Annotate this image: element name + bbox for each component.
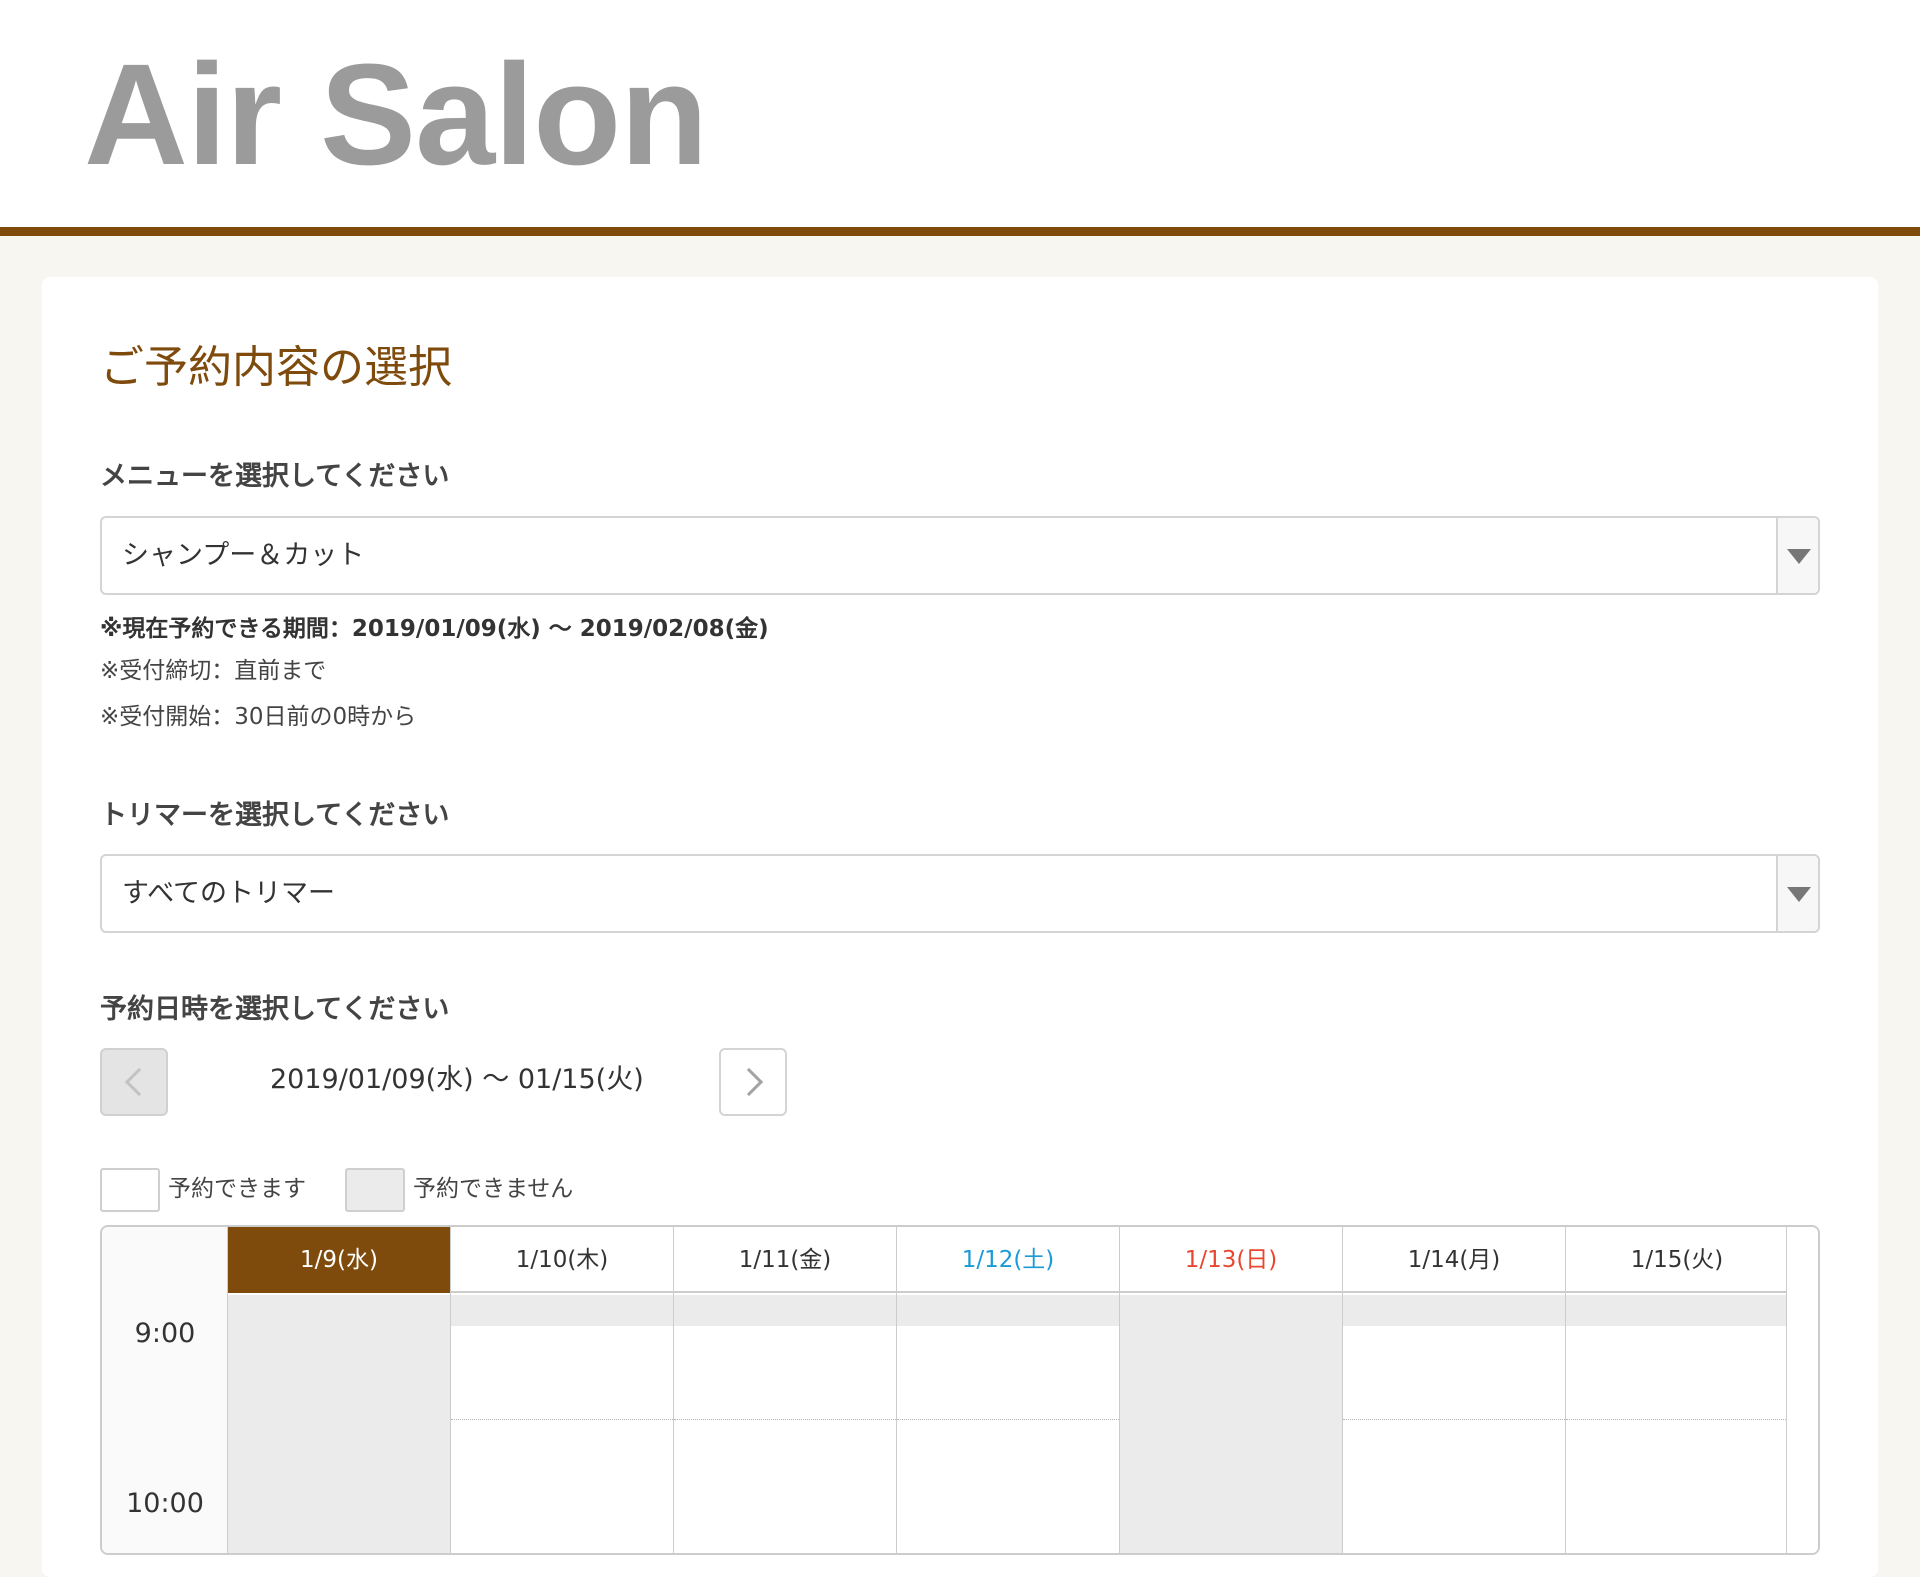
time-slot-unavailable — [451, 1295, 673, 1326]
time-slot-unavailable — [897, 1295, 1119, 1326]
day-column: 1/14(月) — [1343, 1227, 1566, 1553]
day-column: 1/11(金) — [674, 1227, 897, 1553]
trimmer-select[interactable]: すべてのトリマー — [100, 854, 1820, 933]
day-column: 1/10(木) — [451, 1227, 674, 1553]
start-note: ※受付開始：30日前の0時から — [100, 704, 417, 730]
next-week-button[interactable] — [719, 1048, 787, 1116]
menu-section-label: メニューを選択してください — [100, 461, 450, 492]
menu-select-toggle[interactable] — [1776, 518, 1818, 593]
time-slot-available[interactable] — [674, 1326, 896, 1419]
menu-select-value: シャンプー＆カット — [122, 540, 365, 571]
time-slot-available[interactable] — [897, 1420, 1119, 1553]
calendar-scrollbar[interactable] — [1786, 1227, 1818, 1553]
day-header: 1/9(水) — [228, 1227, 450, 1293]
day-header: 1/14(月) — [1343, 1227, 1565, 1293]
time-slot-unavailable — [674, 1295, 896, 1326]
booking-calendar: 9:00 10:00 1/9(水) 1/10(木) 1/11(金) 1/12(土) 1/… — [100, 1225, 1820, 1555]
time-slot-unavailable — [1343, 1295, 1565, 1326]
time-slot-available[interactable] — [1566, 1420, 1788, 1553]
day-column: 1/12(土) — [897, 1227, 1120, 1553]
legend-unavailable-swatch — [345, 1168, 405, 1212]
booking-period-note: ※現在予約できる期間：2019/01/09(水) 〜 2019/02/08(金) — [100, 616, 769, 642]
time-slot-unavailable — [228, 1295, 450, 1553]
day-header: 1/12(土) — [897, 1227, 1119, 1293]
day-header: 1/10(木) — [451, 1227, 673, 1293]
logo[interactable]: Air Salon — [84, 40, 708, 190]
time-slot-unavailable — [1566, 1295, 1788, 1326]
time-slot-available[interactable] — [1343, 1420, 1565, 1553]
day-column: 1/13(日) — [1120, 1227, 1343, 1553]
time-slot-available[interactable] — [451, 1420, 673, 1553]
day-column: 1/15(火) — [1566, 1227, 1789, 1553]
day-header: 1/11(金) — [674, 1227, 896, 1293]
datetime-section-label: 予約日時を選択してください — [100, 994, 450, 1025]
time-slot-available[interactable] — [451, 1326, 673, 1419]
time-label: 9:00 — [134, 1318, 196, 1349]
trimmer-select-toggle[interactable] — [1776, 856, 1818, 931]
chevron-left-icon — [124, 1067, 154, 1097]
day-column: 1/9(水) — [228, 1227, 451, 1553]
chevron-down-icon — [1787, 549, 1811, 564]
page-title: ご予約内容の選択 — [100, 342, 452, 393]
date-range: 2019/01/09(水) 〜 01/15(火) — [270, 1064, 644, 1095]
time-slot-available[interactable] — [674, 1420, 896, 1553]
deadline-note: ※受付締切：直前まで — [100, 658, 327, 684]
legend-available-swatch — [100, 1168, 160, 1212]
site-header: Air Salon — [0, 0, 1920, 236]
time-slot-available[interactable] — [897, 1326, 1119, 1419]
trimmer-section-label: トリマーを選択してください — [100, 800, 450, 831]
day-header: 1/13(日) — [1120, 1227, 1342, 1293]
prev-week-button[interactable] — [100, 1048, 168, 1116]
time-column: 9:00 10:00 — [102, 1227, 228, 1553]
legend-unavailable-label: 予約できません — [413, 1176, 574, 1202]
time-slot-available[interactable] — [1566, 1326, 1788, 1419]
time-slot-unavailable — [1120, 1295, 1342, 1553]
trimmer-select-value: すべてのトリマー — [122, 878, 336, 909]
chevron-down-icon — [1787, 887, 1811, 902]
legend-available-label: 予約できます — [168, 1176, 306, 1202]
day-header: 1/15(火) — [1566, 1227, 1788, 1293]
time-label: 10:00 — [126, 1488, 204, 1519]
menu-select[interactable]: シャンプー＆カット — [100, 516, 1820, 595]
chevron-right-icon — [734, 1067, 764, 1097]
time-slot-available[interactable] — [1343, 1326, 1565, 1419]
